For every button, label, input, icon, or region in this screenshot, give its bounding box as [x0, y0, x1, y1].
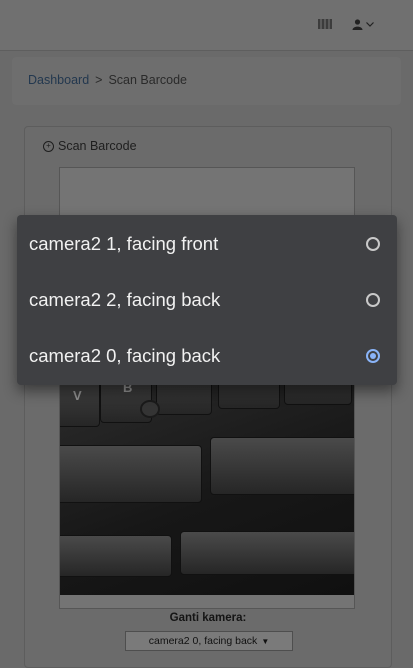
- camera-options-menu: camera2 1, facing front camera2 2, facin…: [17, 215, 397, 385]
- camera-select-value: camera2 0, facing back: [148, 635, 258, 647]
- camera-option-label: camera2 1, facing front: [29, 233, 219, 254]
- breadcrumb: Dashboard > Scan Barcode: [28, 73, 187, 87]
- breadcrumb-separator: >: [95, 73, 103, 87]
- user-menu-button[interactable]: [352, 14, 380, 34]
- scan-card: + Scan Barcode V B N M < Ganti kamera: c…: [24, 126, 392, 668]
- card-title-text: Scan Barcode: [58, 139, 137, 153]
- breadcrumb-current: Scan Barcode: [108, 73, 187, 87]
- breadcrumb-dashboard-link[interactable]: Dashboard: [28, 73, 89, 87]
- card-title: + Scan Barcode: [43, 139, 137, 153]
- user-icon: [352, 18, 363, 30]
- camera-option-label: camera2 2, facing back: [29, 289, 221, 310]
- keyboard-key: [60, 535, 172, 577]
- camera-switch-label: Ganti kamera:: [169, 612, 247, 624]
- top-header: [0, 0, 413, 51]
- radio-button[interactable]: [366, 237, 380, 251]
- plus-circle-icon: +: [43, 140, 54, 152]
- breadcrumb-panel: Dashboard > Scan Barcode: [12, 57, 401, 105]
- chevron-down-icon: [366, 21, 374, 27]
- radio-button-selected[interactable]: [366, 349, 380, 363]
- radio-button[interactable]: [366, 293, 380, 307]
- camera-option-label: camera2 0, facing back: [29, 345, 221, 366]
- keyboard-key: [60, 445, 202, 503]
- camera-option[interactable]: camera2 2, facing back: [17, 273, 397, 329]
- dropdown-arrow-icon: ▼: [261, 636, 270, 646]
- flag-icon[interactable]: [318, 19, 332, 29]
- camera-option[interactable]: camera2 0, facing back: [17, 329, 397, 385]
- camera-option[interactable]: camera2 1, facing front: [17, 217, 397, 273]
- keyboard-key: [210, 437, 354, 495]
- camera-select[interactable]: camera2 0, facing back ▼: [125, 631, 293, 651]
- trackpoint: [140, 400, 160, 418]
- keyboard-key: [180, 531, 354, 575]
